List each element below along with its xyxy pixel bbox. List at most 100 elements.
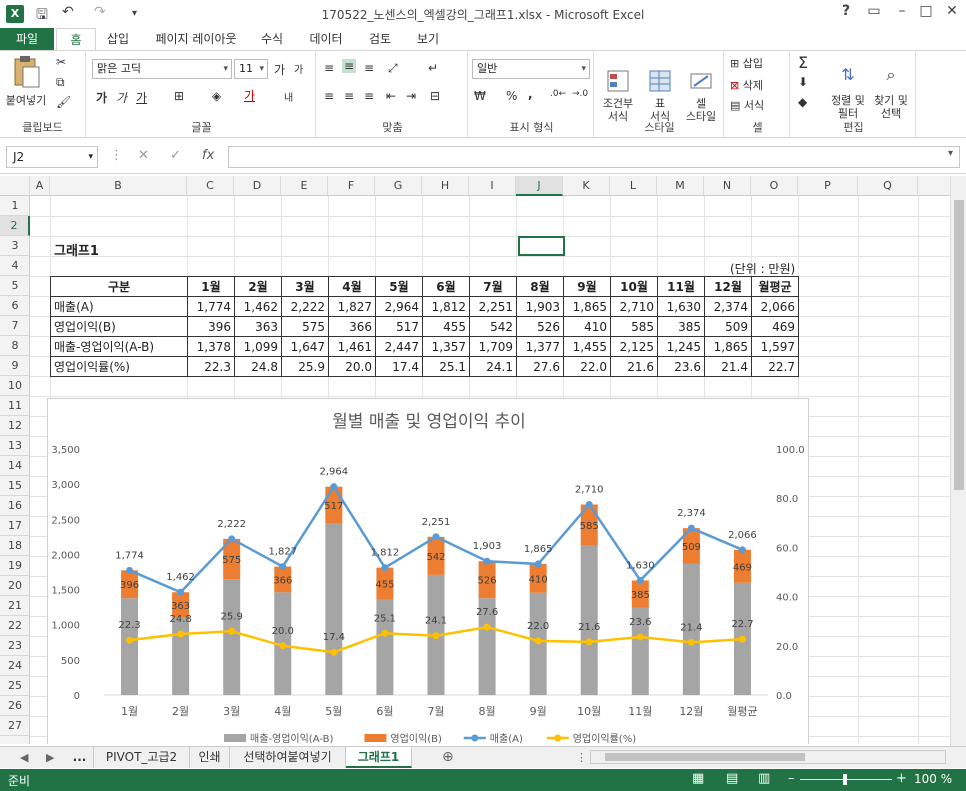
table-cell[interactable]: 22.3 <box>187 356 235 377</box>
tab-view[interactable]: 보기 <box>408 28 448 50</box>
column-header[interactable]: C <box>187 176 234 196</box>
delete-cells-button[interactable]: ⊠ 삭제 <box>730 77 763 93</box>
row-header[interactable]: 10 <box>0 376 30 396</box>
table-cell[interactable]: 363 <box>234 316 282 337</box>
underline-button[interactable]: 가 <box>136 89 147 106</box>
row-label-cell[interactable]: 매출(A) <box>50 296 188 317</box>
name-box[interactable]: J2 ▾ <box>6 146 98 168</box>
table-cell[interactable]: 396 <box>187 316 235 337</box>
vertical-scroll-thumb[interactable] <box>954 200 964 490</box>
row-header[interactable]: 12 <box>0 416 30 436</box>
row-header[interactable]: 25 <box>0 676 30 696</box>
row-header[interactable]: 7 <box>0 316 30 336</box>
increase-indent-icon[interactable]: ⇥ <box>406 89 416 103</box>
sheet-tab-graph1[interactable]: 그래프1 <box>346 747 412 768</box>
align-left-icon[interactable]: ≡ <box>324 89 334 103</box>
page-layout-view-icon[interactable]: ▤ <box>726 771 738 786</box>
table-header-cell[interactable]: 8월 <box>516 276 564 297</box>
table-header-cell[interactable]: 구분 <box>50 276 188 297</box>
sheet-tab-paste-special[interactable]: 선택하여붙여넣기 <box>230 747 346 768</box>
horizontal-scroll-thumb[interactable] <box>605 753 805 761</box>
table-cell[interactable]: 2,066 <box>751 296 799 317</box>
row-header[interactable]: 22 <box>0 616 30 636</box>
add-sheet-icon[interactable]: ⊕ <box>442 747 454 768</box>
table-cell[interactable]: 22.7 <box>751 356 799 377</box>
table-header-cell[interactable]: 월평균 <box>751 276 799 297</box>
table-cell[interactable]: 24.1 <box>469 356 517 377</box>
align-right-icon[interactable]: ≡ <box>364 89 374 103</box>
table-header-cell[interactable]: 5월 <box>375 276 423 297</box>
table-cell[interactable]: 410 <box>563 316 611 337</box>
table-cell[interactable]: 1,827 <box>328 296 376 317</box>
row-header[interactable]: 17 <box>0 516 30 536</box>
table-cell[interactable]: 385 <box>657 316 705 337</box>
maximize-button[interactable]: □ <box>914 3 938 19</box>
table-cell[interactable]: 1,597 <box>751 336 799 357</box>
decrease-indent-icon[interactable]: ⇤ <box>386 89 396 103</box>
table-cell[interactable]: 575 <box>281 316 329 337</box>
next-sheet-icon[interactable]: ▶ <box>46 747 54 768</box>
table-cell[interactable]: 2,374 <box>704 296 752 317</box>
table-cell[interactable]: 526 <box>516 316 564 337</box>
column-header[interactable]: N <box>704 176 751 196</box>
row-header[interactable]: 9 <box>0 356 30 376</box>
table-cell[interactable]: 22.0 <box>563 356 611 377</box>
vertical-scrollbar[interactable] <box>950 176 966 746</box>
row-header[interactable]: 20 <box>0 576 30 596</box>
table-cell[interactable]: 1,630 <box>657 296 705 317</box>
align-center-icon[interactable]: ≡ <box>344 89 354 103</box>
row-header[interactable]: 15 <box>0 476 30 496</box>
table-cell[interactable]: 517 <box>375 316 423 337</box>
row-label-cell[interactable]: 영업이익률(%) <box>50 356 188 377</box>
table-cell[interactable]: 585 <box>610 316 658 337</box>
table-cell[interactable]: 2,964 <box>375 296 423 317</box>
table-header-cell[interactable]: 3월 <box>281 276 329 297</box>
column-header[interactable]: I <box>469 176 516 196</box>
select-all-corner[interactable] <box>0 176 30 196</box>
table-cell[interactable]: 21.6 <box>610 356 658 377</box>
merge-center-icon[interactable]: ⊟ <box>430 89 440 103</box>
insert-function-button[interactable]: fx <box>202 148 214 163</box>
format-cells-button[interactable]: ▤ 서식 <box>730 97 764 113</box>
table-cell[interactable]: 1,245 <box>657 336 705 357</box>
font-size-select[interactable]: 11 ▾ <box>234 59 268 79</box>
tab-insert[interactable]: 삽입 <box>98 28 138 50</box>
insert-cells-button[interactable]: ⊞ 삽입 <box>730 55 763 71</box>
row-header[interactable]: 13 <box>0 436 30 456</box>
row-header[interactable]: 11 <box>0 396 30 416</box>
row-header[interactable]: 3 <box>0 236 30 256</box>
table-cell[interactable]: 23.6 <box>657 356 705 377</box>
table-header-cell[interactable]: 9월 <box>563 276 611 297</box>
orientation-icon[interactable]: ⤢ <box>388 61 398 76</box>
table-cell[interactable]: 455 <box>422 316 470 337</box>
table-cell[interactable]: 20.0 <box>328 356 376 377</box>
number-format-select[interactable]: 일반 ▾ <box>472 59 590 79</box>
format-painter-icon[interactable]: 🖌 <box>56 95 71 109</box>
fill-icon[interactable]: ⬇ <box>798 75 808 89</box>
table-cell[interactable]: 366 <box>328 316 376 337</box>
table-cell[interactable]: 17.4 <box>375 356 423 377</box>
tab-home[interactable]: 홈 <box>56 28 96 50</box>
borders-icon[interactable]: ⊞ <box>174 89 184 103</box>
italic-button[interactable]: 가 <box>116 89 127 106</box>
row-header[interactable]: 4 <box>0 256 30 276</box>
table-header-cell[interactable]: 2월 <box>234 276 282 297</box>
table-cell[interactable]: 1,377 <box>516 336 564 357</box>
selected-cell[interactable] <box>518 236 565 256</box>
table-cell[interactable]: 1,865 <box>563 296 611 317</box>
clear-icon[interactable]: ◆ <box>798 95 807 109</box>
autosum-icon[interactable]: Σ <box>798 53 808 72</box>
table-cell[interactable]: 2,251 <box>469 296 517 317</box>
table-cell[interactable]: 1,462 <box>234 296 282 317</box>
row-header[interactable]: 1 <box>0 196 30 216</box>
table-header-cell[interactable]: 10월 <box>610 276 658 297</box>
column-header[interactable]: J <box>516 176 563 196</box>
table-cell[interactable]: 2,125 <box>610 336 658 357</box>
zoom-in-icon[interactable]: + <box>896 771 907 786</box>
table-cell[interactable]: 509 <box>704 316 752 337</box>
help-button[interactable]: ? <box>834 3 858 19</box>
column-header[interactable]: M <box>657 176 704 196</box>
row-header[interactable]: 26 <box>0 696 30 716</box>
cell-area[interactable]: 그래프1 (단위 : 만원) 구분 1월 2월 3월 4월 5월 6월 7월 8월 9월 10월 11… <box>30 196 950 744</box>
normal-view-icon[interactable]: ▦ <box>692 771 704 786</box>
